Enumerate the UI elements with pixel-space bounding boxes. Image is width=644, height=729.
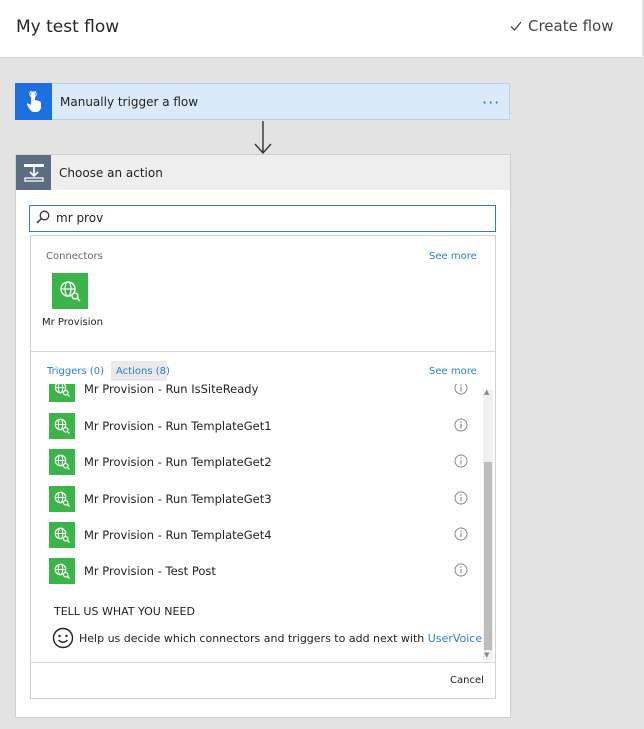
feedback-heading: TELL US WHAT YOU NEED xyxy=(54,605,195,618)
action-label: Mr Provision - Run IsSiteReady xyxy=(84,384,259,396)
actions-see-more-link[interactable]: See more xyxy=(429,366,477,377)
globe-search-icon[interactable] xyxy=(52,273,88,309)
feedback-message: Help us decide which connectors and trig… xyxy=(79,632,428,645)
globe-search-icon xyxy=(49,486,75,512)
list-item[interactable]: Mr Provision - Run TemplateGet3 xyxy=(49,486,479,514)
info-icon[interactable] xyxy=(454,418,468,432)
connector-name[interactable]: Mr Provision xyxy=(42,317,103,328)
info-icon[interactable] xyxy=(454,454,468,468)
connectors-see-more-link[interactable]: See more xyxy=(429,251,477,262)
list-item[interactable]: Mr Provision - Run TemplateGet2 xyxy=(49,449,479,477)
scroll-down-icon[interactable]: ▼ xyxy=(484,651,489,659)
uservoice-link[interactable]: UserVoice xyxy=(428,632,482,645)
tab-actions[interactable]: Actions (8) xyxy=(116,366,170,377)
create-flow-label: Create flow xyxy=(528,17,614,35)
search-icon xyxy=(36,210,50,224)
section-divider xyxy=(31,351,495,352)
feedback-text: Help us decide which connectors and trig… xyxy=(79,632,482,645)
cancel-button[interactable]: Cancel xyxy=(450,675,484,686)
info-icon[interactable] xyxy=(454,527,468,541)
list-item[interactable]: Mr Provision - Run TemplateGet1 xyxy=(49,413,479,441)
action-card-title: Choose an action xyxy=(59,166,163,180)
connectors-heading: Connectors xyxy=(46,251,103,262)
scroll-up-icon[interactable]: ▲ xyxy=(484,388,489,396)
search-input[interactable] xyxy=(56,208,476,228)
down-arrow-icon xyxy=(254,121,272,155)
hand-touch-icon xyxy=(15,83,52,120)
smiley-icon xyxy=(52,627,74,649)
footer-divider xyxy=(31,662,495,663)
trigger-label: Manually trigger a flow xyxy=(60,95,199,109)
list-item[interactable]: Mr Provision - Run IsSiteReady xyxy=(49,384,479,404)
checkmark-icon xyxy=(510,21,522,31)
globe-search-icon xyxy=(49,413,75,439)
globe-search-icon xyxy=(49,449,75,475)
list-item[interactable]: Mr Provision - Test Post xyxy=(49,558,479,586)
info-icon[interactable] xyxy=(454,563,468,577)
action-label: Mr Provision - Run TemplateGet3 xyxy=(84,492,272,506)
list-item[interactable]: Mr Provision - Run TemplateGet4 xyxy=(49,522,479,550)
globe-search-icon xyxy=(49,558,75,584)
info-icon[interactable] xyxy=(454,491,468,505)
action-label: Mr Provision - Run TemplateGet4 xyxy=(84,528,272,542)
scrollbar-thumb[interactable] xyxy=(484,462,492,650)
globe-search-icon xyxy=(49,384,75,402)
action-label: Mr Provision - Run TemplateGet1 xyxy=(84,419,272,433)
page-title: My test flow xyxy=(16,17,120,37)
create-flow-button[interactable]: Create flow xyxy=(510,17,614,35)
action-label: Mr Provision - Test Post xyxy=(84,564,216,578)
action-step-icon xyxy=(16,155,51,190)
info-icon[interactable] xyxy=(454,384,468,395)
tab-triggers[interactable]: Triggers (0) xyxy=(47,366,104,377)
action-label: Mr Provision - Run TemplateGet2 xyxy=(84,455,272,469)
globe-search-icon xyxy=(49,522,75,548)
more-options-icon[interactable]: ··· xyxy=(482,93,500,112)
